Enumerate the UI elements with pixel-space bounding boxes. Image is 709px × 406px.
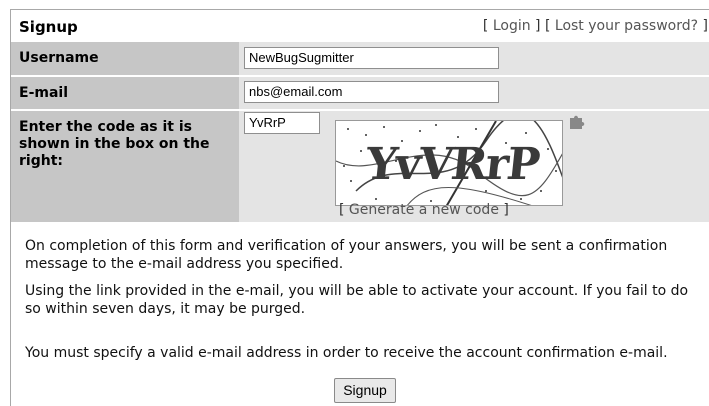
info-paragraph-1: On completion of this form and verificat… bbox=[25, 238, 668, 272]
page-title: Signup bbox=[19, 18, 78, 36]
email-label-text: E-mail bbox=[19, 85, 69, 101]
captcha-label-text: Enter the code as it is shown in the box… bbox=[19, 119, 210, 169]
puzzle-icon[interactable] bbox=[567, 113, 585, 131]
generate-code-link[interactable]: Generate a new code bbox=[349, 202, 499, 218]
generate-code: [ Generate a new code ] bbox=[339, 202, 509, 218]
captcha-image: YvVRrP bbox=[335, 120, 563, 206]
signup-button[interactable]: Signup bbox=[334, 378, 396, 403]
lost-password-link[interactable]: Lost your password? bbox=[555, 18, 698, 34]
signup-header: Signup [ Login ] [ Lost your password? ] bbox=[11, 10, 709, 42]
header-links: [ Login ] [ Lost your password? ] bbox=[482, 18, 708, 34]
captcha-label: Enter the code as it is shown in the box… bbox=[11, 111, 239, 222]
info-paragraph-2: Using the link provided in the e-mail, y… bbox=[25, 283, 689, 317]
username-label-text: Username bbox=[19, 50, 99, 66]
captcha-image-text: YvVRrP bbox=[363, 139, 541, 190]
username-label: Username bbox=[11, 42, 239, 75]
email-input[interactable]: nbs@email.com bbox=[244, 81, 499, 103]
captcha-input[interactable]: YvRrP bbox=[244, 112, 320, 134]
info-paragraph-3: You must specify a valid e-mail address … bbox=[25, 345, 668, 361]
username-input[interactable]: NewBugSugmitter bbox=[244, 47, 499, 69]
email-label: E-mail bbox=[11, 77, 239, 109]
signup-panel: Signup [ Login ] [ Lost your password? ]… bbox=[10, 9, 709, 406]
login-link[interactable]: Login bbox=[493, 18, 531, 34]
